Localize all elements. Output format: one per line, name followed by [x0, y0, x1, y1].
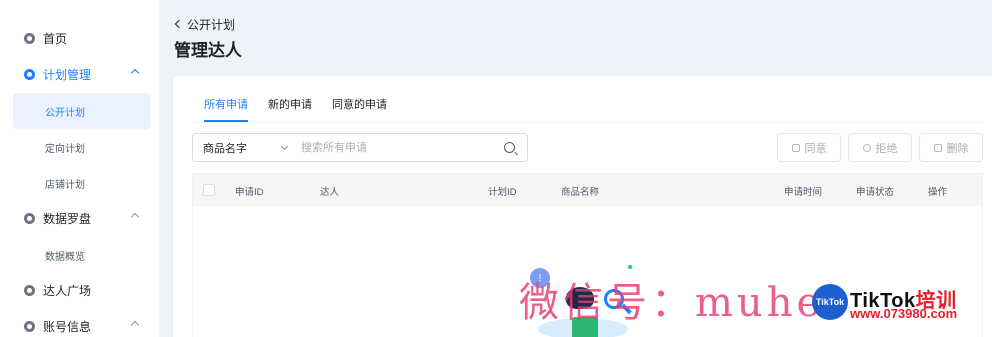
- sidebar-item-label: 定向计划: [45, 143, 85, 155]
- select-value: 商品名字: [203, 142, 247, 155]
- sidebar-group-plan-management[interactable]: 计划管理: [0, 59, 160, 89]
- column-header: 计划ID: [488, 187, 517, 198]
- column-header: 申请ID: [235, 187, 264, 198]
- column-header: 申请时间: [784, 187, 823, 198]
- sidebar-item-label: 达人广场: [43, 283, 92, 298]
- column-header: 达人: [320, 187, 340, 198]
- button-label: 拒绝: [875, 142, 898, 155]
- tab-new-applications[interactable]: 新的申请: [268, 96, 312, 122]
- chevron-up-icon: [130, 68, 140, 78]
- sidebar-item-public-plan[interactable]: 公开计划: [13, 93, 150, 129]
- sidebar-group-account-info[interactable]: 账号信息: [0, 311, 160, 337]
- column-header: 申请状态: [856, 187, 895, 198]
- sidebar-item-targeted-plan[interactable]: 定向计划: [13, 129, 150, 165]
- tab-bar: 所有申请 新的申请 同意的申请: [204, 96, 407, 122]
- plan-icon: [24, 68, 35, 80]
- search-bar: 商品名字: [192, 133, 528, 162]
- tiktok-logo: TikTok: [812, 284, 848, 320]
- home-icon: [24, 32, 35, 44]
- sidebar-item-data-overview[interactable]: 数据概览: [13, 237, 150, 273]
- button-label: 同意: [804, 142, 827, 155]
- breadcrumb-back[interactable]: 公开计划: [174, 16, 235, 32]
- compass-icon: [24, 212, 35, 224]
- approve-button[interactable]: 同意: [777, 133, 841, 162]
- chevron-up-icon: [130, 320, 140, 330]
- decorative-dot: [628, 265, 632, 269]
- delete-button[interactable]: 删除: [919, 133, 983, 162]
- sidebar-item-label: 店铺计划: [45, 179, 85, 191]
- column-header: 操作: [928, 187, 948, 198]
- breadcrumb-label: 公开计划: [187, 17, 236, 32]
- sidebar-item-label: 首页: [43, 31, 68, 46]
- watermark-text: 微信号：muhe: [519, 280, 825, 326]
- sidebar-item-home[interactable]: 首页: [0, 23, 160, 53]
- select-all-checkbox[interactable]: [203, 184, 215, 196]
- sidebar-item-creator-plaza[interactable]: 达人广场: [0, 275, 160, 305]
- reject-button[interactable]: 拒绝: [848, 133, 912, 162]
- check-square-icon: [791, 143, 800, 152]
- trash-icon: [933, 143, 942, 152]
- tab-divider: [192, 122, 983, 123]
- watermark-url: www.073980.com: [850, 306, 958, 321]
- sidebar: 首页 计划管理 公开计划 定向计划 店铺计划 数据罗盘 数据概览 达人广场 账号…: [0, 0, 160, 337]
- tab-approved-applications[interactable]: 同意的申请: [332, 96, 387, 122]
- tab-all-applications[interactable]: 所有申请: [204, 96, 248, 122]
- creator-icon: [24, 284, 35, 296]
- refresh-icon: [862, 143, 871, 152]
- account-icon: [24, 320, 35, 332]
- column-header: 商品名称: [561, 187, 600, 198]
- sidebar-group-data-compass[interactable]: 数据罗盘: [0, 203, 160, 233]
- sidebar-item-label: 公开计划: [45, 107, 85, 119]
- sidebar-group-label: 数据罗盘: [43, 211, 92, 226]
- search-input[interactable]: [295, 134, 504, 161]
- sidebar-group-label: 账号信息: [43, 319, 92, 334]
- sidebar-item-store-plan[interactable]: 店铺计划: [13, 165, 150, 201]
- button-label: 删除: [946, 142, 969, 155]
- sidebar-item-label: 数据概览: [45, 251, 85, 263]
- chevron-left-icon: [174, 19, 184, 29]
- search-icon[interactable]: [504, 142, 515, 153]
- table-header: 申请ID 达人 计划ID 商品名称 申请时间 申请状态 操作: [192, 173, 983, 206]
- search-field-select[interactable]: 商品名字: [193, 134, 295, 161]
- sidebar-group-label: 计划管理: [43, 67, 92, 82]
- chevron-down-icon: [280, 142, 289, 151]
- page-title: 管理达人: [174, 41, 242, 60]
- chevron-up-icon: [130, 212, 140, 222]
